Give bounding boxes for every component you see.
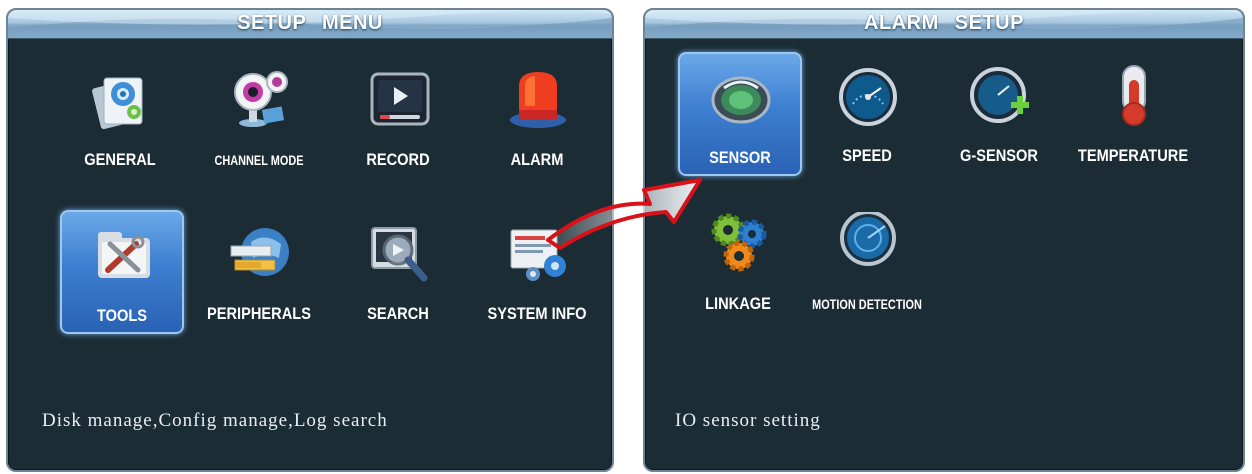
menu-item-peripherals-label: PERIPHERALS xyxy=(206,304,311,323)
alarm-item-g-sensor-label: G-SENSOR xyxy=(960,146,1038,165)
menu-item-record-label: RECORD xyxy=(366,150,430,169)
menu-item-search[interactable]: SEARCH xyxy=(338,210,458,330)
menu-item-general-label: GENERAL xyxy=(84,150,156,169)
alarm-item-speed[interactable]: SPEED xyxy=(807,52,927,172)
menu-item-alarm[interactable]: ALARM xyxy=(477,56,597,176)
menu-item-tools[interactable]: TOOLS xyxy=(60,210,184,334)
menu-item-record[interactable]: RECORD xyxy=(338,56,458,176)
menu-item-channel-mode[interactable]: CHANNEL MODE xyxy=(199,56,319,176)
record-icon xyxy=(370,72,430,126)
speedometer-icon xyxy=(839,68,897,126)
menu-item-search-label: SEARCH xyxy=(367,304,429,323)
peripherals-icon xyxy=(230,228,289,276)
tools-icon xyxy=(98,232,150,278)
alarm-setup-panel: ALARM SETUP SENSOR SPEED G-SENSOR TEMPER… xyxy=(643,8,1245,472)
alarm-setup-status-text: IO sensor setting xyxy=(675,410,821,431)
alarm-setup-title: ALARM SETUP xyxy=(864,12,1024,34)
alarm-item-temperature-label: TEMPERATURE xyxy=(1077,146,1189,165)
transition-arrow-icon xyxy=(546,178,702,250)
menu-item-tools-label: TOOLS xyxy=(96,306,148,325)
thermometer-icon xyxy=(1122,65,1146,126)
alarm-setup-title-bar: ALARM SETUP xyxy=(645,10,1243,39)
search-icon xyxy=(371,227,428,282)
alarm-item-g-sensor[interactable]: G-SENSOR xyxy=(939,52,1059,172)
setup-menu-panel: SETUP MENU GENERAL CHANNEL MODE RECORD A… xyxy=(6,8,614,472)
alarm-item-sensor[interactable]: SENSOR xyxy=(678,52,802,176)
alarm-item-motion-detection[interactable]: MOTION DETECTION xyxy=(807,200,927,320)
alarm-light-icon xyxy=(510,72,566,128)
setup-menu-title: SETUP MENU xyxy=(237,12,383,34)
menu-item-general[interactable]: GENERAL xyxy=(60,56,180,176)
general-icon xyxy=(92,77,143,130)
setup-menu-status-text: Disk manage,Config manage,Log search xyxy=(42,410,388,431)
sensor-icon xyxy=(711,76,771,124)
alarm-item-linkage-label: LINKAGE xyxy=(705,294,771,313)
menu-item-peripherals[interactable]: PERIPHERALS xyxy=(199,210,319,330)
alarm-item-motion-detection-label: MOTION DETECTION xyxy=(812,296,922,312)
setup-menu-title-bar: SETUP MENU xyxy=(8,10,612,39)
alarm-item-temperature[interactable]: TEMPERATURE xyxy=(1073,52,1193,172)
webcam-icon xyxy=(234,71,288,127)
menu-item-system-info-label: SYSTEM INFO xyxy=(487,304,587,323)
menu-item-channel-mode-label: CHANNEL MODE xyxy=(214,152,304,168)
motion-detection-icon xyxy=(840,212,896,266)
g-sensor-icon xyxy=(970,67,1029,123)
